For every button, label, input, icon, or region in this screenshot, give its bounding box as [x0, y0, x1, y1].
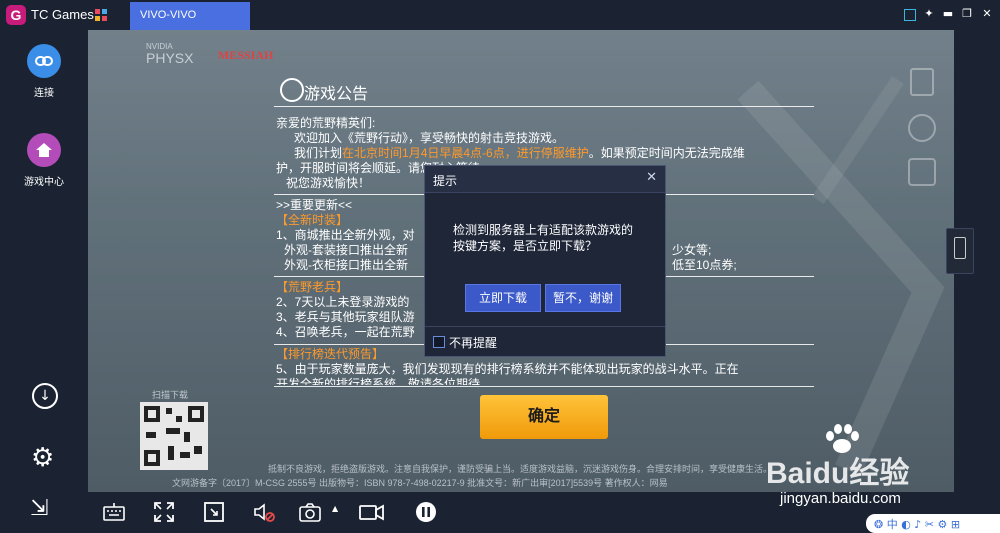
prompt-dialog: 提示 ✕ 检测到服务器上有适配该款游戏的按键方案，是否立即下载？ 立即下载 暂不…: [424, 165, 666, 357]
footer-text: 文网游备字〔2017〕M-CSG 2555号 出版物号：ISBN 978-7-4…: [172, 478, 668, 488]
physx-logo: PHYSX: [146, 50, 194, 66]
sidebar-item-connect[interactable]: 连接: [0, 44, 88, 99]
sidebar-item-label: 游戏中心: [24, 177, 64, 188]
game-side-icon[interactable]: [910, 68, 934, 96]
messiah-logo: MESSIAH: [218, 48, 274, 62]
notice-text: 低至10点券;: [672, 258, 737, 272]
dialog-titlebar: 提示 ✕: [425, 166, 665, 193]
watermark-text: Baidu经验: [766, 457, 910, 490]
ime-icon: ❂ 中 ◐ ♪ ✂ ⚙ ⊞: [874, 518, 961, 531]
app-grid-icon[interactable]: [95, 9, 107, 21]
notice-text: 我们计划在北京时间1月4日早晨4点-6点，进行停服维护。如果预定时间内无法完成维: [294, 146, 745, 160]
pause-icon[interactable]: [414, 500, 438, 524]
tab-device[interactable]: VIVO-VIVO: [130, 2, 250, 30]
restore-icon[interactable]: ❐: [960, 7, 974, 21]
notice-title: 游戏公告: [304, 86, 369, 103]
title-bar: G TC Games VIVO-VIVO ✦ ▬ ❐ ✕: [0, 0, 1000, 30]
dialog-footer: 不再提醒: [425, 326, 665, 357]
updates-title: >>重要更新<<: [276, 198, 353, 212]
footer-text: 抵制不良游戏，拒绝盗版游戏。注意自我保护，谨防受骗上当。适度游戏益脑，沉迷游戏伤…: [268, 464, 773, 474]
sidebar: 连接 游戏中心 ↓ ⚙ ⇲: [0, 30, 88, 533]
close-icon[interactable]: ✕: [980, 7, 994, 21]
notice-greeting: 亲爱的荒野精英们:: [276, 116, 376, 130]
not-now-button[interactable]: 暂不，谢谢: [545, 284, 621, 312]
section-header: 【排行榜迭代预告】: [276, 347, 385, 361]
notice-logo-icon: [280, 78, 304, 102]
qr-code: [140, 402, 208, 470]
download-now-button[interactable]: 立即下载: [465, 284, 541, 312]
tc-games-logo: G: [6, 5, 26, 25]
settings-icon[interactable]: ⚙: [31, 445, 54, 471]
pin-icon[interactable]: [904, 9, 916, 21]
phone-icon[interactable]: [946, 228, 974, 274]
fullscreen-icon[interactable]: [152, 500, 176, 524]
record-icon[interactable]: [358, 500, 386, 524]
home-icon: [27, 133, 61, 167]
ime-toolbar[interactable]: ❂ 中 ◐ ♪ ✂ ⚙ ⊞: [866, 514, 1000, 533]
download-icon[interactable]: ↓: [32, 383, 58, 409]
notice-text: 开发全新的排行榜系统，敬请各位期待。: [276, 377, 493, 385]
dont-remind-checkbox[interactable]: [433, 336, 445, 348]
dont-remind-label[interactable]: 不再提醒: [449, 334, 497, 351]
notice-text: 2、7天以上未登录游戏的: [276, 295, 410, 309]
confirm-button[interactable]: 确定: [480, 395, 608, 439]
notice-text: 5、由于玩家数量庞大，我们发现现有的排行榜系统并不能体现出玩家的战斗水平。正在: [276, 362, 739, 376]
app-name: TC Games: [31, 7, 94, 22]
minimize-icon[interactable]: ▬: [941, 7, 955, 21]
window-icon[interactable]: [202, 500, 226, 524]
notice-text: 4、召唤老兵，一起在荒野: [276, 325, 415, 339]
link-icon: [27, 44, 61, 78]
game-side-icon[interactable]: [908, 114, 936, 142]
game-side-icon[interactable]: [908, 158, 936, 186]
sidebar-item-game-center[interactable]: 游戏中心: [0, 133, 88, 188]
notice-text: 外观-衣柜接口推出全新: [284, 258, 408, 272]
notice-text: 祝您游戏愉快！: [286, 176, 371, 190]
screenshot-icon[interactable]: [298, 500, 322, 524]
thumbtack-icon[interactable]: ✦: [922, 7, 936, 21]
section-header: 【荒野老兵】: [276, 280, 349, 294]
watermark-url: jingyan.baidu.com: [780, 490, 901, 507]
notice-text: 少女等;: [672, 243, 712, 257]
dialog-message: 检测到服务器上有适配该款游戏的按键方案，是否立即下载？: [453, 223, 634, 253]
sidebar-item-label: 连接: [34, 88, 54, 99]
section-header: 【全新时装】: [276, 213, 349, 227]
notice-text: 3、老兵与其他玩家组队游: [276, 310, 415, 324]
qr-label: 扫描下载: [152, 390, 189, 400]
collapse-icon[interactable]: ⇲: [30, 498, 48, 520]
notice-text: 1、商城推出全新外观，对: [276, 228, 415, 242]
caret-up-icon[interactable]: ▲: [332, 504, 338, 513]
notice-text: 外观-套装接口推出全新: [284, 243, 408, 257]
dialog-title: 提示: [433, 174, 458, 188]
notice-text: 欢迎加入《荒野行动》，享受畅快的射击竞技游戏。: [294, 131, 565, 145]
mute-icon[interactable]: [252, 500, 276, 524]
dialog-close-icon[interactable]: ✕: [646, 170, 657, 185]
right-bar: [946, 30, 1000, 492]
keyboard-icon[interactable]: [102, 500, 126, 524]
